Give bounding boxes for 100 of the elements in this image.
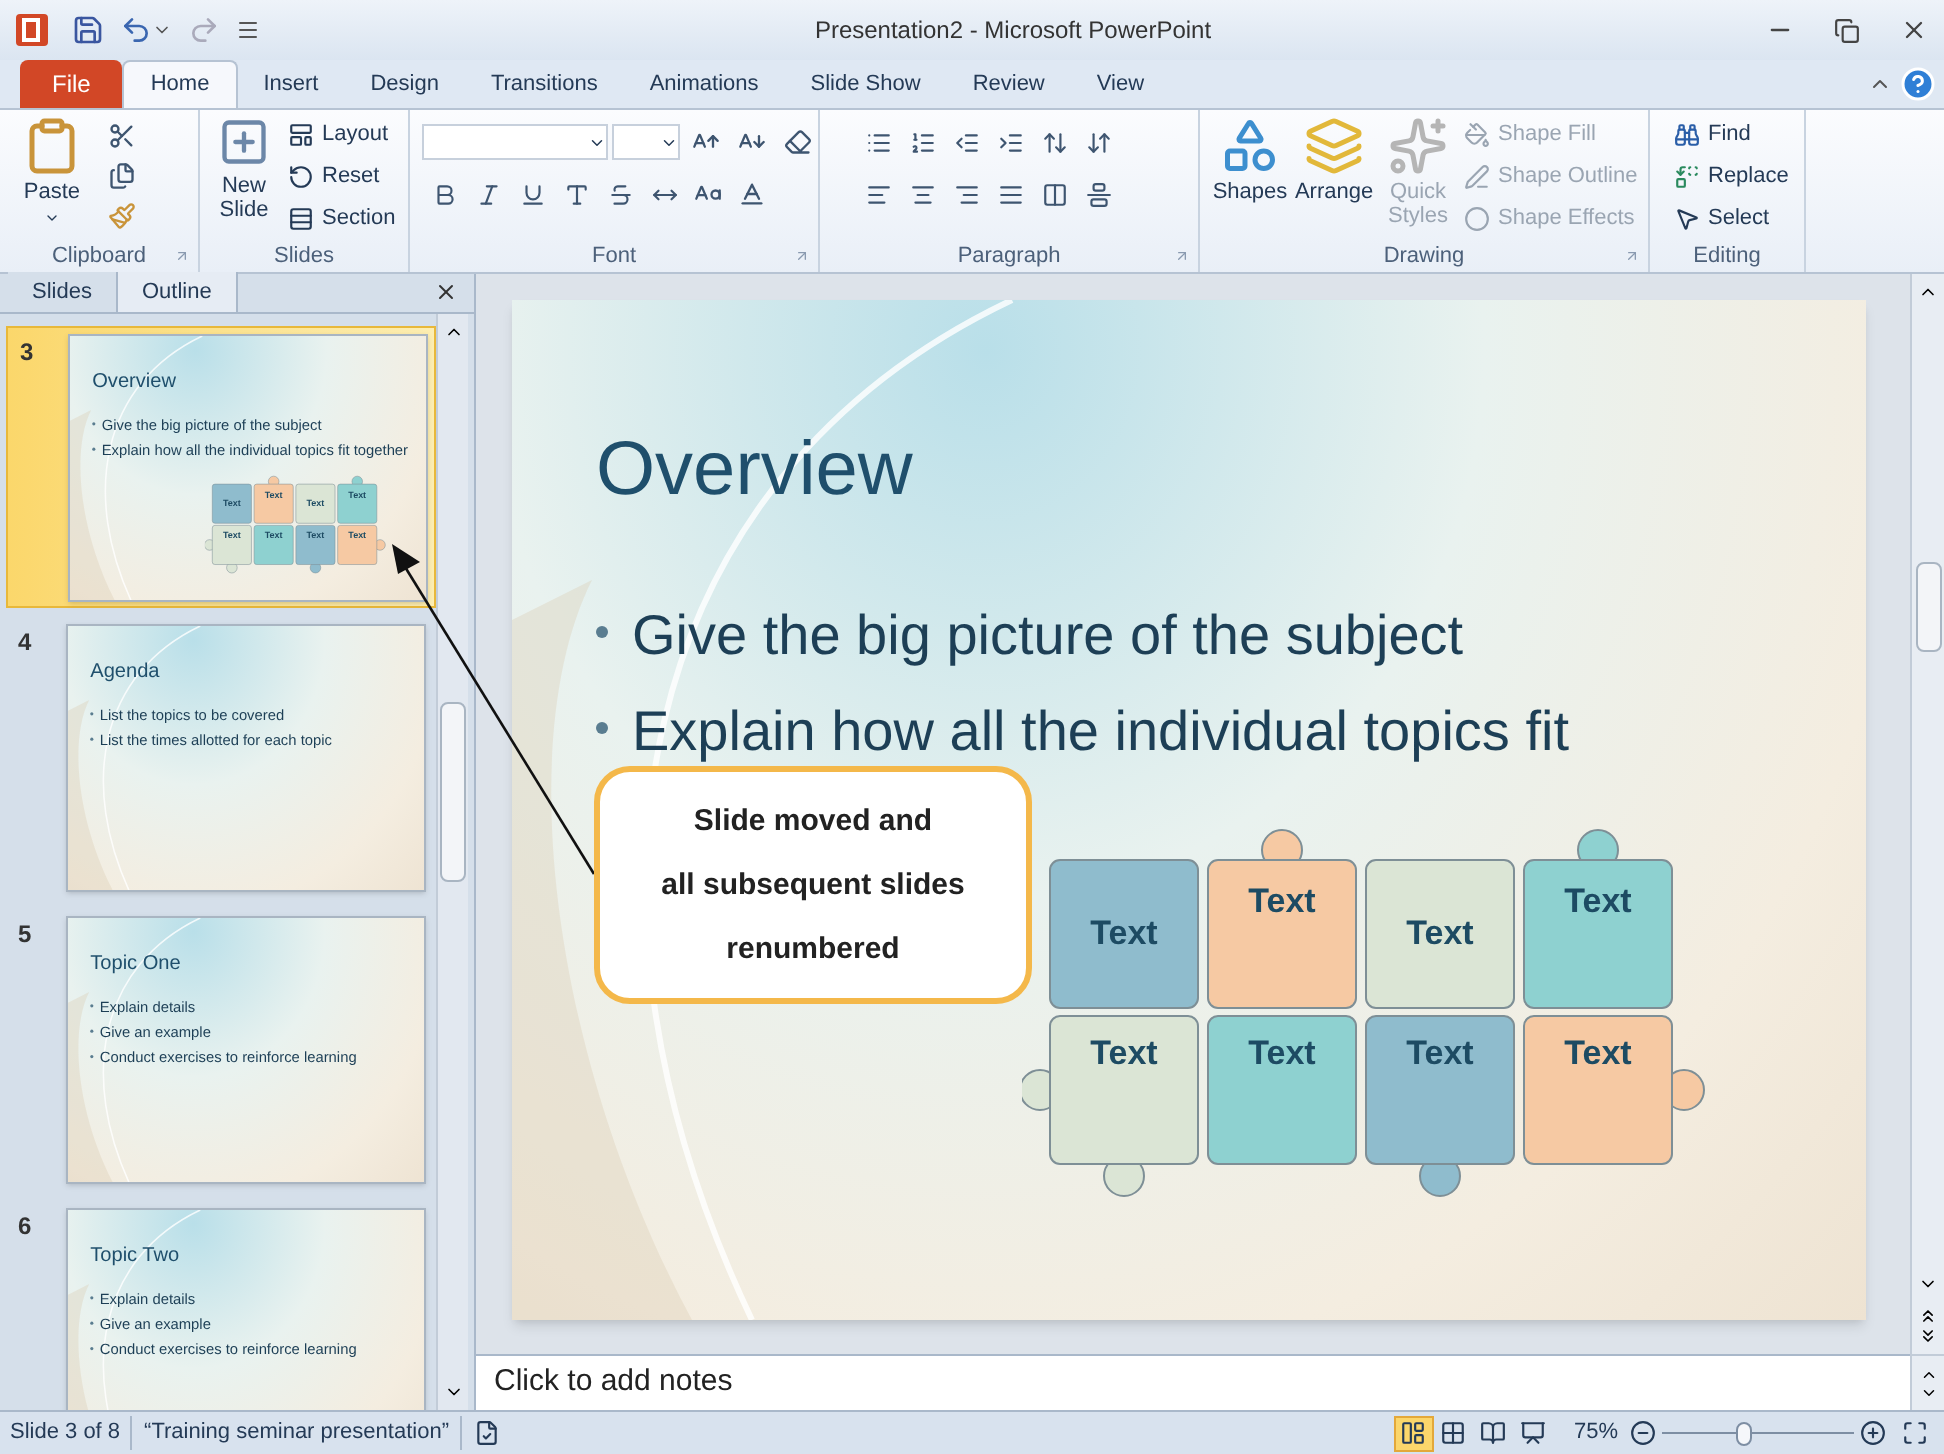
columns-icon xyxy=(1041,181,1067,207)
normal-view-icon xyxy=(1400,1420,1427,1446)
align-center-icon xyxy=(909,181,935,207)
slide-sorter-icon xyxy=(1440,1420,1467,1446)
zoom-thumb[interactable] xyxy=(1736,1421,1753,1445)
next-slide-icon[interactable] xyxy=(1918,1326,1938,1346)
notes-field[interactable]: Click to add notes xyxy=(476,1354,1910,1410)
puzzle-piece: Text xyxy=(1523,829,1673,1009)
spell-check-icon[interactable] xyxy=(474,1420,501,1446)
panel-tab[interactable]: Slides xyxy=(8,272,118,312)
group-label: Editing xyxy=(1693,241,1761,272)
scrollbar[interactable] xyxy=(436,314,468,1410)
scroll-thumb[interactable] xyxy=(1915,562,1941,652)
ribbon-tab[interactable]: Slide Show xyxy=(784,60,947,108)
binoculars-icon xyxy=(1674,122,1700,148)
layout-icon xyxy=(288,122,314,148)
font-color-icon xyxy=(738,180,766,208)
layout-button[interactable]: Layout xyxy=(288,116,396,154)
copy-icon xyxy=(108,162,136,190)
close-icon[interactable] xyxy=(434,280,458,304)
bullets-icon xyxy=(865,129,891,155)
pointer-icon xyxy=(1674,206,1700,232)
paste-button[interactable]: Paste xyxy=(12,116,92,225)
justify-icon xyxy=(997,181,1023,207)
theme-name: “Training seminar presentation” xyxy=(132,1416,463,1450)
outdent-icon xyxy=(953,129,979,155)
reset-button[interactable]: Reset xyxy=(288,158,396,196)
puzzle-piece: Text xyxy=(1022,1015,1199,1197)
drawing-button[interactable]: Arrange xyxy=(1296,116,1372,204)
ribbon-tab[interactable]: Insert xyxy=(237,60,345,108)
select-button[interactable]: Select xyxy=(1674,200,1804,238)
italic-icon xyxy=(475,181,501,207)
fit-to-window-icon[interactable] xyxy=(1902,1420,1928,1446)
scrollbar[interactable] xyxy=(1910,274,1944,1354)
customize-toolbar-icon[interactable] xyxy=(236,18,260,42)
text-direction-icon xyxy=(1085,129,1111,155)
slideshow-icon xyxy=(1520,1420,1547,1446)
align-text-icon xyxy=(1085,181,1111,207)
file-tab[interactable]: File xyxy=(20,60,123,108)
ribbon-tab[interactable]: Review xyxy=(946,60,1071,108)
layers-icon xyxy=(1304,116,1364,176)
bold-icon xyxy=(431,181,457,207)
puzzle-piece: Text xyxy=(1207,1015,1357,1165)
slide-number: 6 xyxy=(16,1210,34,1244)
section-button[interactable]: Section xyxy=(288,200,396,238)
font-size-field[interactable] xyxy=(612,124,681,160)
puzzle-piece: Text xyxy=(1365,859,1515,1009)
reading-view-icon xyxy=(1480,1420,1507,1446)
slide-title: Topic One xyxy=(90,950,183,976)
panel-tab[interactable]: Outline xyxy=(117,272,238,312)
ribbon-tab[interactable]: Design xyxy=(344,60,465,108)
quick-styles-icon xyxy=(1388,116,1448,176)
scroll-thumb[interactable] xyxy=(440,702,466,882)
align-right-icon xyxy=(953,181,979,207)
group-label: Slides xyxy=(274,241,334,272)
zoom-in-icon[interactable] xyxy=(1860,1420,1886,1446)
puzzle-piece: Text xyxy=(1207,829,1357,1009)
puzzle-piece: Text xyxy=(1365,1015,1515,1197)
bullet-text: Give the big picture of the subject xyxy=(632,601,1464,670)
reset-icon xyxy=(288,164,314,190)
drawing-button[interactable]: Shapes xyxy=(1212,116,1288,204)
pen-icon xyxy=(1464,164,1490,190)
align-left-icon xyxy=(865,181,891,207)
effects-icon xyxy=(1464,206,1490,232)
brush-icon xyxy=(108,202,136,230)
new-slide-button[interactable]: New Slide xyxy=(208,116,280,222)
font-name-field[interactable] xyxy=(422,124,609,160)
zoom-out-icon[interactable] xyxy=(1630,1420,1656,1446)
help-icon[interactable] xyxy=(1900,66,1936,102)
group-label: Drawing xyxy=(1383,241,1465,272)
zoom-level[interactable]: 75% xyxy=(1573,1416,1618,1450)
numbering-icon xyxy=(909,129,935,155)
underline-icon xyxy=(519,181,545,207)
line-spacing-icon xyxy=(1041,129,1067,155)
slide-title: Overview xyxy=(92,368,178,394)
slide-number: 3 xyxy=(18,336,36,370)
replace-button[interactable]: Replace xyxy=(1674,158,1804,196)
strikethrough-icon xyxy=(607,181,633,207)
indent-icon xyxy=(997,129,1023,155)
close-icon[interactable] xyxy=(1900,16,1928,44)
scrollbar[interactable] xyxy=(1910,1354,1944,1410)
shadow-icon xyxy=(563,181,589,207)
ribbon-tab[interactable]: Transitions xyxy=(464,60,624,108)
previous-slide-icon[interactable] xyxy=(1918,1306,1938,1326)
ribbon-tab[interactable]: View xyxy=(1070,60,1171,108)
eraser-icon xyxy=(783,128,812,156)
slide-number: 4 xyxy=(16,626,34,660)
find-button[interactable]: Find xyxy=(1674,116,1804,154)
zoom-slider[interactable] xyxy=(1662,1421,1854,1445)
slide-counter: Slide 3 of 8 xyxy=(0,1416,133,1450)
ribbon-tab[interactable]: Home xyxy=(122,60,238,108)
app-logo-icon xyxy=(16,14,48,46)
restore-icon[interactable] xyxy=(1834,17,1860,43)
view-button[interactable] xyxy=(1393,1415,1434,1451)
ribbon-tab[interactable]: Animations xyxy=(623,60,785,108)
new-slide-icon xyxy=(218,116,270,168)
undo-icon[interactable] xyxy=(120,14,152,46)
bullet-text: Explain how all the individual topics fit xyxy=(632,697,1569,766)
save-icon[interactable] xyxy=(72,14,104,46)
callout-text: Slide moved and all subsequent slides renumbered xyxy=(661,801,965,969)
